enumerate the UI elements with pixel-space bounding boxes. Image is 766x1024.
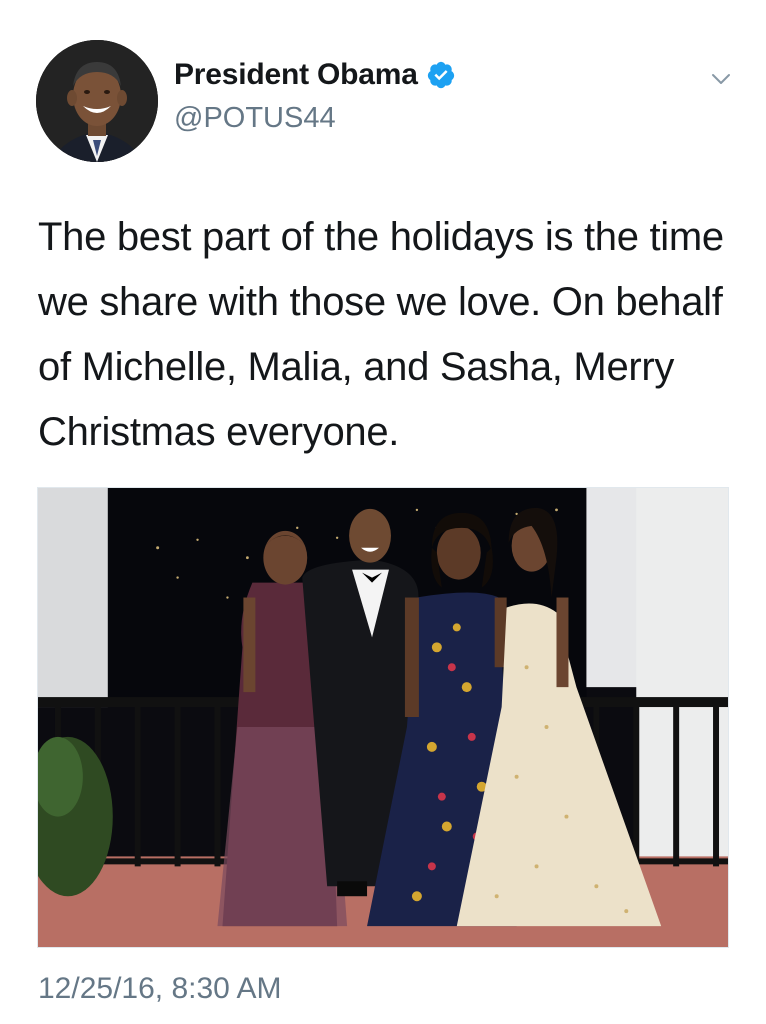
verified-badge-icon xyxy=(426,60,456,90)
display-name[interactable]: President Obama xyxy=(174,58,418,92)
tweet-text: The best part of the holidays is the tim… xyxy=(38,215,724,454)
author-names: President Obama @POTUS44 xyxy=(174,58,456,135)
display-name-row: President Obama xyxy=(174,58,456,92)
tweet-card: President Obama @POTUS44 The best part o… xyxy=(0,0,766,1024)
chevron-down-icon[interactable] xyxy=(708,66,734,92)
avatar-portrait-icon xyxy=(36,40,158,162)
author-avatar[interactable] xyxy=(36,40,158,162)
author-handle[interactable]: @POTUS44 xyxy=(174,102,456,135)
tweet-timestamp[interactable]: 12/25/16, 8:30 AM xyxy=(38,972,282,1006)
family-photo-image xyxy=(38,488,728,947)
tweet-photo[interactable] xyxy=(37,487,729,948)
